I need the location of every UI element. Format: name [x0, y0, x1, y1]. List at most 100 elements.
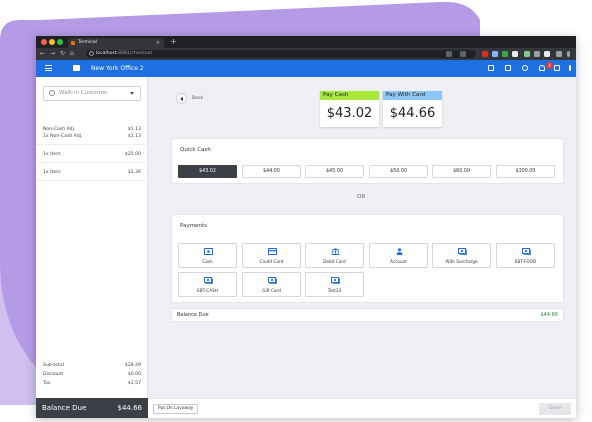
subtotal-label: Sub-total — [43, 363, 64, 368]
quick-cash-button[interactable]: $43.02 — [178, 165, 237, 178]
browser-menu-icon[interactable] — [567, 51, 570, 57]
browser-window: Terminal × + ← → ↻ ⌂ localhost:8081/chec… — [36, 36, 576, 418]
line-row: Non-Cash Adj. $1.13 — [43, 126, 141, 133]
home-icon[interactable]: ⌂ — [70, 48, 74, 60]
dollar-icon[interactable] — [522, 65, 528, 71]
customer-placeholder: Walk-in Customer — [59, 90, 108, 96]
payment-method-ebt-cash[interactable]: EBT-CASH — [178, 272, 237, 297]
balance-due-bar: Balance Due $44.66 — [36, 398, 148, 418]
minimize-window-icon[interactable] — [49, 39, 55, 45]
browser-toolbar: ← → ↻ ⌂ localhost:8081/checkout — [36, 48, 576, 60]
payment-method-debit-card[interactable]: Debit Card — [305, 243, 364, 268]
store-name[interactable]: New York Office 2 — [91, 60, 144, 77]
payment-method-credit-card[interactable]: Credit Card — [242, 243, 301, 268]
customer-select[interactable]: Walk-in Customer — [43, 86, 141, 101]
maximize-window-icon[interactable] — [57, 39, 63, 45]
payment-method-gift-card[interactable]: Gift Card — [242, 272, 301, 297]
payment-method-cash[interactable]: Cash — [178, 243, 237, 268]
cart-icon[interactable] — [554, 65, 560, 71]
line-row: 1x Non-Cash Adj. $1.13 — [43, 133, 141, 140]
bookmark-star-icon[interactable] — [460, 51, 466, 57]
browser-tab-bar: Terminal × + — [36, 36, 576, 48]
back-nav-icon[interactable]: ← — [40, 48, 45, 60]
profile-avatar-icon[interactable] — [556, 51, 562, 57]
cash-icon — [204, 248, 213, 255]
browser-tab[interactable]: Terminal × — [68, 38, 164, 48]
tab-title: Terminal — [78, 40, 98, 45]
tab-close-icon[interactable]: × — [156, 38, 160, 48]
extension-icon[interactable] — [482, 51, 488, 57]
checkout-footer: Put On Layaway Done — [148, 398, 576, 418]
hamburger-menu-icon[interactable] — [45, 65, 52, 71]
back-button[interactable] — [176, 93, 187, 104]
forward-nav-icon[interactable]: → — [50, 48, 55, 60]
line-value: $1.13 — [127, 134, 141, 139]
person-icon — [49, 90, 55, 96]
close-window-icon[interactable] — [41, 39, 47, 45]
payment-method-with-surcharge[interactable]: With Surcharge — [432, 243, 491, 268]
payment-method-label: With Surcharge — [445, 259, 478, 264]
money-icon — [458, 248, 467, 255]
payments-card: Payments Cash Credit Card Debit Card Acc… — [171, 214, 564, 303]
url-bar[interactable]: localhost:8081/checkout — [86, 50, 476, 58]
reload-icon[interactable]: ↻ — [60, 48, 65, 60]
line-row: 1x Item $25.00 — [43, 151, 141, 158]
line-row: 1x Item $2.36 — [43, 169, 141, 176]
put-on-layaway-button[interactable]: Put On Layaway — [153, 404, 199, 414]
site-info-icon[interactable] — [89, 51, 94, 56]
cart-count-badge: 4 — [546, 62, 553, 69]
new-tab-icon[interactable]: + — [170, 36, 177, 48]
extension-icon[interactable] — [534, 51, 540, 57]
discount-label: Discount — [43, 372, 64, 377]
quick-cash-button[interactable]: $60.00 — [432, 165, 491, 178]
payment-method-label: EBT-FOOD — [514, 259, 537, 264]
balance-due-label: Balance Due — [42, 404, 87, 412]
quick-cash-card: Quick Cash $43.02 $44.00 $45.00 $50.00 $… — [171, 138, 564, 184]
done-button[interactable]: Done — [539, 403, 571, 415]
pay-card-button[interactable]: Pay With Card $44.66 — [383, 91, 442, 127]
payment-method-ebt-food[interactable]: EBT-FOOD — [496, 243, 555, 268]
list-item[interactable]: 1x Item $25.00 — [36, 145, 148, 163]
back-label[interactable]: Back — [192, 93, 203, 104]
bank-icon — [331, 248, 340, 255]
pay-cash-label: Pay Cash — [320, 91, 379, 100]
payment-method-test23[interactable]: Test23 — [305, 272, 364, 297]
line-label: Non-Cash Adj. — [43, 127, 76, 132]
list-item[interactable]: Non-Cash Adj. $1.13 1x Non-Cash Adj. $1.… — [36, 123, 148, 145]
app-header: New York Office 2 4 — [36, 60, 576, 77]
payment-method-account[interactable]: Account — [369, 243, 428, 268]
pay-cash-amount: $43.02 — [326, 106, 373, 121]
list-item[interactable]: 1x Item $2.36 — [36, 163, 148, 181]
pay-cash-button[interactable]: Pay Cash $43.02 — [320, 91, 379, 127]
extension-icon[interactable] — [544, 51, 550, 57]
line-value: $25.00 — [124, 152, 141, 157]
extension-icon[interactable] — [512, 51, 518, 57]
subtotal-row: Sub-total $28.49 — [43, 362, 141, 369]
url-host: localhost — [96, 51, 117, 56]
credit-card-icon — [268, 248, 277, 255]
extension-icon[interactable] — [492, 51, 498, 57]
quick-cash-title: Quick Cash — [180, 147, 211, 153]
pay-card-label: Pay With Card — [383, 91, 442, 100]
pay-card-amount: $44.66 — [389, 106, 436, 121]
discount-row: Discount $0.00 — [43, 371, 141, 378]
chevron-down-icon — [130, 92, 134, 95]
notification-bell-icon[interactable] — [539, 65, 545, 71]
register-icon[interactable] — [488, 65, 494, 71]
quick-cash-button[interactable]: $100.00 — [496, 165, 555, 178]
extension-icon[interactable] — [524, 51, 530, 57]
payments-title: Payments — [180, 223, 207, 229]
money-icon — [204, 277, 213, 284]
store-icon[interactable] — [505, 65, 511, 71]
arrow-left-icon — [180, 97, 183, 101]
zoom-icon[interactable] — [446, 51, 452, 57]
quick-cash-button[interactable]: $45.00 — [305, 165, 364, 178]
url-path: :8081/checkout — [116, 51, 153, 56]
money-icon — [331, 277, 340, 284]
extension-icon[interactable] — [502, 51, 508, 57]
balance-due-row: Balance Due $44.66 — [171, 308, 564, 322]
more-menu-icon[interactable] — [569, 65, 571, 71]
quick-cash-button[interactable]: $44.00 — [242, 165, 301, 178]
quick-cash-button[interactable]: $50.00 — [369, 165, 428, 178]
payment-method-label: Test23 — [327, 288, 342, 293]
